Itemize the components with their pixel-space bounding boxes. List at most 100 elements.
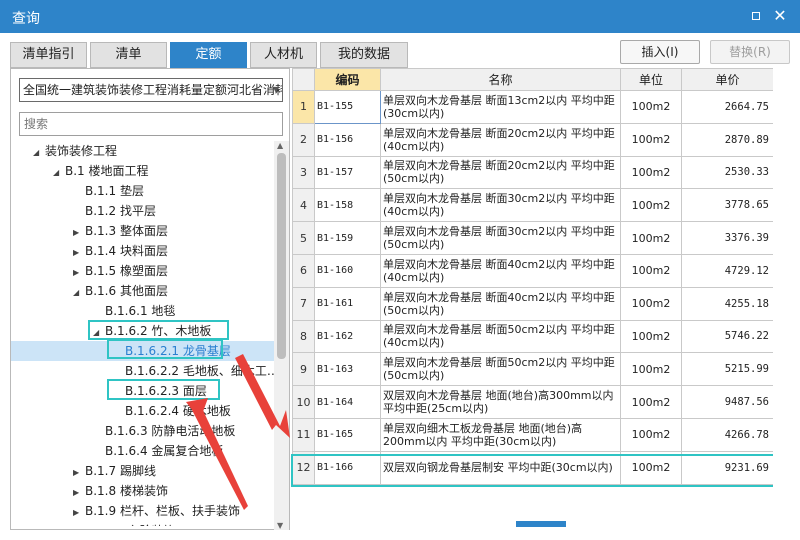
tree-item[interactable]: ▶ B.1.9 栏杆、栏板、扶手装饰 [73,501,240,521]
cell-unit[interactable]: 100m2 [620,122,682,157]
table-row[interactable]: 3 B1-157 单层双向木龙骨基层 断面20cm2以内 平均中距(50cm以内) 1… [292,155,774,190]
cell-index[interactable]: 3 [292,155,315,190]
header-name[interactable]: 名称 [380,68,621,91]
tree-item[interactable]: ◢ B.1 楼地面工程 [53,161,149,181]
tree-item[interactable]: B.1.6.2.1 龙骨基层 [11,341,274,361]
table-row[interactable]: 9 B1-163 单层双向木龙骨基层 断面50cm2以内 平均中距(50cm以内) 1… [292,352,774,387]
cell-unit[interactable]: 100m2 [620,352,682,387]
table-row[interactable]: 5 B1-159 单层双向木龙骨基层 断面30cm2以内 平均中距(50cm以内) 1… [292,221,774,255]
collapsed-triangle-icon[interactable]: ▶ [73,523,85,526]
cell-name[interactable]: 单层双向木龙骨基层 断面40cm2以内 平均中距(40cm以内) [380,253,621,288]
cell-price[interactable]: 4266.78 [681,417,774,452]
tree-item[interactable]: ◢ 装饰装修工程 [33,141,117,161]
tab-quota[interactable]: 定额 [170,42,247,68]
scroll-up-icon[interactable]: ▲ [277,141,283,150]
cell-name[interactable]: 单层双向细木工板龙骨基层 地面(地台)高200mm以内 平均中距(30cm以内) [380,417,621,452]
cell-price[interactable]: 3376.39 [681,221,774,255]
close-button[interactable]: ✕ [770,6,790,26]
tree-item[interactable]: ▶B.1.10 台阶装饰 [73,521,176,526]
cell-code[interactable]: B1-156 [314,122,381,157]
cell-index[interactable]: 6 [292,253,315,288]
cell-price[interactable]: 9487.56 [681,385,774,419]
cell-code[interactable]: B1-161 [314,286,381,321]
tab-my-data[interactable]: 我的数据 [320,42,408,68]
cell-name[interactable]: 双层双向钢龙骨基层制安 平均中距(30cm以内) [380,450,621,485]
expanded-triangle-icon[interactable]: ◢ [73,283,85,303]
tree-item[interactable]: B.1.6.2.3 面层 [113,381,207,401]
tab-bill-guide[interactable]: 清单指引 [10,42,87,68]
insert-button[interactable]: 插入(I) [620,40,700,64]
cell-code[interactable]: B1-166 [314,450,381,485]
splitter-handle[interactable] [516,521,566,527]
search-input[interactable] [19,112,283,136]
cell-code[interactable]: B1-163 [314,352,381,387]
tab-labor-material-machine[interactable]: 人材机 [250,42,317,68]
header-code[interactable]: 编码 [314,68,381,91]
tree-item[interactable]: ▶ B.1.3 整体面层 [73,221,168,241]
cell-name[interactable]: 单层双向木龙骨基层 断面20cm2以内 平均中距(40cm以内) [380,122,621,157]
cell-price[interactable]: 4255.18 [681,286,774,321]
quota-library-select[interactable]: 全国统一建筑装饰装修工程消耗量定额河北省消耗 ▼ [19,78,283,102]
cell-price[interactable]: 2664.75 [681,90,774,124]
expanded-triangle-icon[interactable]: ◢ [93,323,105,343]
cell-code[interactable]: B1-159 [314,221,381,255]
cell-name[interactable]: 单层双向木龙骨基层 断面30cm2以内 平均中距(50cm以内) [380,221,621,255]
tree-scroll-thumb[interactable] [277,153,286,359]
cell-code[interactable]: B1-162 [314,319,381,354]
cell-unit[interactable]: 100m2 [620,286,682,321]
tab-bill[interactable]: 清单 [90,42,167,68]
table-row[interactable]: 6 B1-160 单层双向木龙骨基层 断面40cm2以内 平均中距(40cm以内) 1… [292,253,774,288]
cell-unit[interactable]: 100m2 [620,450,682,485]
cell-index[interactable]: 5 [292,221,315,255]
table-row[interactable]: 1 B1-155 单层双向木龙骨基层 断面13cm2以内 平均中距(30cm以内) 1… [292,90,774,124]
cell-index[interactable]: 11 [292,417,315,452]
table-row[interactable]: 7 B1-161 单层双向木龙骨基层 断面40cm2以内 平均中距(50cm以内) 1… [292,286,774,321]
header-unit[interactable]: 单位 [620,68,682,91]
cell-index[interactable]: 4 [292,188,315,223]
table-row[interactable]: 2 B1-156 单层双向木龙骨基层 断面20cm2以内 平均中距(40cm以内) 1… [292,122,774,157]
tree-item[interactable]: ▶ B.1.7 踢脚线 [73,461,156,481]
tree-item[interactable]: B.1.6.3 防静电活动地板 [93,421,235,441]
cell-index[interactable]: 8 [292,319,315,354]
cell-index[interactable]: 7 [292,286,315,321]
cell-code[interactable]: B1-164 [314,385,381,419]
collapsed-triangle-icon[interactable]: ▶ [73,503,85,523]
cell-unit[interactable]: 100m2 [620,155,682,190]
cell-name[interactable]: 单层双向木龙骨基层 断面13cm2以内 平均中距(30cm以内) [380,90,621,124]
tree-item[interactable]: ◢ B.1.6 其他面层 [73,281,168,301]
cell-name[interactable]: 单层双向木龙骨基层 断面40cm2以内 平均中距(50cm以内) [380,286,621,321]
collapsed-triangle-icon[interactable]: ▶ [73,263,85,283]
tree-item[interactable]: B.1.1 垫层 [73,181,144,201]
table-row[interactable]: 10 B1-164 双层双向木龙骨基层 地面(地台)高300mm以内 平均中距(25… [292,385,774,419]
cell-index[interactable]: 1 [292,90,315,124]
cell-price[interactable]: 5746.22 [681,319,774,354]
table-row[interactable]: 12 B1-166 双层双向钢龙骨基层制安 平均中距(30cm以内) 100m2 923… [292,450,774,485]
cell-unit[interactable]: 100m2 [620,253,682,288]
cell-name[interactable]: 单层双向木龙骨基层 断面50cm2以内 平均中距(50cm以内) [380,352,621,387]
cell-name[interactable]: 单层双向木龙骨基层 断面20cm2以内 平均中距(50cm以内) [380,155,621,190]
cell-price[interactable]: 9231.69 [681,450,774,485]
scroll-down-icon[interactable]: ▼ [277,521,283,530]
cell-name[interactable]: 单层双向木龙骨基层 断面50cm2以内 平均中距(40cm以内) [380,319,621,354]
cell-price[interactable]: 3778.65 [681,188,774,223]
tree-item[interactable]: B.1.6.2.4 硬木地板 [113,401,231,421]
header-price[interactable]: 单价 [681,68,774,91]
cell-unit[interactable]: 100m2 [620,188,682,223]
collapsed-triangle-icon[interactable]: ▶ [73,243,85,263]
collapsed-triangle-icon[interactable]: ▶ [73,463,85,483]
cell-code[interactable]: B1-155 [314,90,381,124]
cell-index[interactable]: 2 [292,122,315,157]
tree-scrollbar[interactable]: ▲ ▼ [274,141,289,530]
cell-index[interactable]: 9 [292,352,315,387]
cell-index[interactable]: 12 [292,450,315,485]
cell-price[interactable]: 5215.99 [681,352,774,387]
cell-name[interactable]: 单层双向木龙骨基层 断面30cm2以内 平均中距(40cm以内) [380,188,621,223]
tree-item[interactable]: B.1.2 找平层 [73,201,156,221]
replace-button[interactable]: 替换(R) [710,40,790,64]
cell-index[interactable]: 10 [292,385,315,419]
tree-item[interactable]: B.1.6.1 地毯 [93,301,175,321]
cell-unit[interactable]: 100m2 [620,90,682,124]
table-row[interactable]: 4 B1-158 单层双向木龙骨基层 断面30cm2以内 平均中距(40cm以内) 1… [292,188,774,223]
tree-item[interactable]: ▶ B.1.5 橡塑面层 [73,261,168,281]
table-row[interactable]: 8 B1-162 单层双向木龙骨基层 断面50cm2以内 平均中距(40cm以内) 1… [292,319,774,354]
